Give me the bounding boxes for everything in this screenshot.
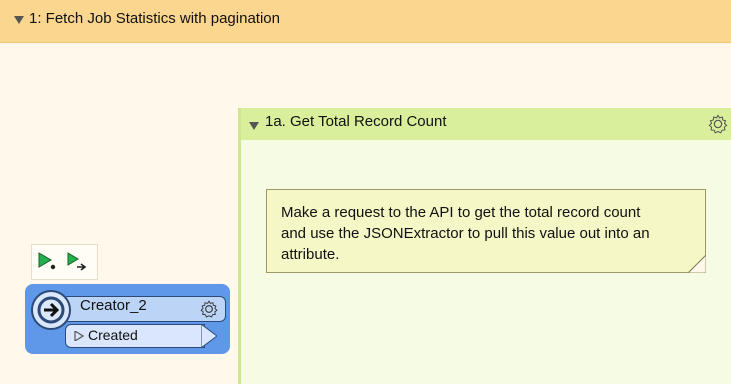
- output-port-label: Created: [88, 327, 138, 343]
- gear-icon[interactable]: [199, 299, 219, 319]
- bookmark-header[interactable]: 1a. Get Total Record Count: [241, 108, 731, 140]
- run-to-icon[interactable]: [66, 250, 88, 272]
- output-arrow-icon[interactable]: [201, 324, 217, 348]
- collapse-triangle-icon[interactable]: [249, 122, 259, 130]
- run-icon[interactable]: [36, 250, 58, 272]
- annotation-line: Make a request to the API to get the tot…: [281, 204, 641, 221]
- collapse-triangle-icon[interactable]: [14, 16, 24, 24]
- bookmark-title: 1a. Get Total Record Count: [265, 113, 447, 130]
- port-triangle-icon: [74, 331, 84, 341]
- annotation-line: attribute.: [281, 246, 340, 263]
- annotation-line: and use the JSONExtractor to pull this v…: [281, 225, 650, 242]
- page-fold-icon: [688, 255, 706, 273]
- transformer-name: Creator_2: [80, 297, 147, 314]
- bookmark-header[interactable]: 1: Fetch Job Statistics with pagination: [0, 0, 731, 43]
- gear-icon[interactable]: [707, 113, 729, 135]
- bookmark-title: 1: Fetch Job Statistics with pagination: [29, 10, 280, 27]
- annotation-note[interactable]: Make a request to the API to get the tot…: [266, 189, 706, 273]
